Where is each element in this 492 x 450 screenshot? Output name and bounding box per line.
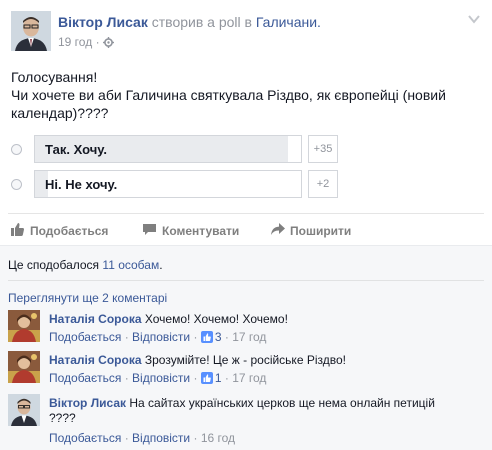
post-card: Віктор Лисак створив a poll в Галичани. … [0,0,492,450]
post-text-line2: Чи хочете ви аби Галичина святкувала Різ… [11,87,446,121]
commenter-avatar[interactable] [8,394,40,426]
thumbs-up-icon [200,372,213,384]
comment-body: Віктор Лисак На сайтах українських церко… [49,396,435,426]
share-button[interactable]: Поширити [270,222,370,240]
thumbs-up-icon [11,223,25,236]
post-header: Віктор Лисак створив a poll в Галичани. [58,14,321,30]
share-button-label: Поширити [290,224,352,238]
comment-body: Наталія Сорока Зрозумійте! Це ж - російс… [49,353,346,367]
post-meta: 19 год · [58,35,114,51]
share-arrow-icon [271,223,285,235]
comment-actions: Подобається · Відповісти · 3 · 17 год [49,330,266,344]
poll-option-row: Ні. Не хочу. +2 [8,170,338,202]
post-text: Голосування! Чи хочете ви аби Галичина с… [11,68,481,122]
separator: · [193,431,198,445]
separator: · [124,431,129,445]
action-text: створив a poll в [151,14,252,30]
thumbs-up-icon [200,331,213,343]
comment-body: Наталія Сорока Хочемо! Хочемо! Хочемо! [49,312,288,326]
separator: · [193,330,198,344]
commenter-avatar[interactable] [8,310,40,342]
commenter-name-link[interactable]: Наталія Сорока [49,353,142,367]
post-time-link[interactable]: 19 год [58,35,92,49]
separator: · [124,330,129,344]
comment-like-link[interactable]: Подобається [49,371,121,385]
separator: · [224,330,229,344]
poll-option-label: Так. Хочу. [45,142,107,157]
comment-item: Віктор Лисак На сайтах українських церко… [8,394,484,446]
likes-prefix: Це сподобалося [8,258,100,272]
author-avatar[interactable] [11,11,51,51]
comment-item: Наталія Сорока Зрозумійте! Це ж - російс… [8,351,484,387]
meta-separator: · [95,35,100,49]
separator: · [124,371,129,385]
comment-button[interactable]: Коментувати [142,222,252,240]
comment-text: Зрозумійте! Це ж - російське Різдво! [144,353,346,367]
author-name-link[interactable]: Віктор Лисак [58,14,148,30]
settings-gear-icon [102,37,114,51]
post-text-line1: Голосування! [11,69,98,85]
separator: · [193,371,198,385]
speech-bubble-icon [143,224,156,235]
view-more-comments-link[interactable]: Переглянути ще 2 коментарі [8,291,167,305]
likes-count-link[interactable]: 11 особам [102,258,159,272]
comment-time[interactable]: 16 год [201,431,235,445]
comment-text: Хочемо! Хочемо! Хочемо! [144,312,288,326]
commenter-avatar[interactable] [8,351,40,383]
comment-like-link[interactable]: Подобається [49,431,121,445]
poll-option-bar[interactable]: Так. Хочу. [34,135,302,163]
comment-item: Наталія Сорока Хочемо! Хочемо! Хочемо! П… [8,310,484,346]
separator: · [224,371,229,385]
comment-time[interactable]: 17 год [232,330,266,344]
chevron-down-icon[interactable] [467,12,481,26]
comment-likes-number: 3 [214,330,222,344]
poll-option-voters[interactable]: +35 [308,135,338,163]
poll-radio[interactable] [11,144,22,155]
likes-summary: Це сподобалося 11 особам. [8,258,163,272]
poll-option-label: Ні. Не хочу. [45,177,118,192]
comment-actions: Подобається · Відповісти · 16 год [49,431,235,445]
comment-reply-link[interactable]: Відповісти [132,330,190,344]
comment-likes-number: 1 [214,371,222,385]
comment-time[interactable]: 17 год [232,371,266,385]
divider [8,213,484,214]
comment-likes-count[interactable]: 1 [200,371,222,385]
group-link[interactable]: Галичани. [256,14,321,30]
comment-reply-link[interactable]: Відповісти [132,371,190,385]
comment-reply-link[interactable]: Відповісти [132,431,190,445]
comment-like-link[interactable]: Подобається [49,330,121,344]
poll-option-bar[interactable]: Ні. Не хочу. [34,170,302,198]
poll-radio[interactable] [11,179,22,190]
poll-option-row: Так. Хочу. +35 [8,135,338,167]
like-button[interactable]: Подобається [10,222,120,240]
comment-button-label: Коментувати [162,224,240,238]
likes-suffix: . [159,258,163,272]
commenter-name-link[interactable]: Віктор Лисак [49,396,126,410]
comment-text: На сайтах українських церков ще нема онл… [129,396,435,410]
comment-likes-count[interactable]: 3 [200,330,222,344]
divider [8,280,484,281]
like-button-label: Подобається [30,224,109,238]
poll-option-voters[interactable]: +2 [308,170,338,198]
comment-text-line2: ???? [49,411,76,425]
comment-actions: Подобається · Відповісти · 1 · 17 год [49,371,266,385]
commenter-name-link[interactable]: Наталія Сорока [49,312,142,326]
